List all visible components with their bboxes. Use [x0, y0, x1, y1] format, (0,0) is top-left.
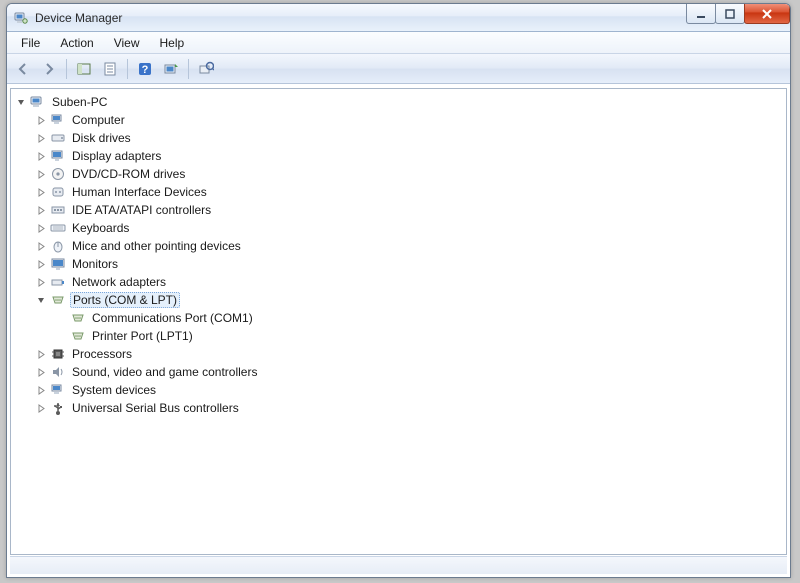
tree-root[interactable]: Suben-PC	[15, 93, 782, 111]
uninstall-button[interactable]	[194, 57, 218, 81]
expand-icon[interactable]	[35, 150, 47, 162]
serial-port-icon	[70, 310, 86, 326]
tree-item-keyboards[interactable]: Keyboards	[15, 219, 782, 237]
tree-item-hid[interactable]: Human Interface Devices	[15, 183, 782, 201]
statusbar	[10, 556, 787, 574]
tree-item-sound[interactable]: Sound, video and game controllers	[15, 363, 782, 381]
back-button[interactable]	[11, 57, 35, 81]
properties-button[interactable]	[98, 57, 122, 81]
menu-file[interactable]: File	[11, 34, 50, 52]
help-button[interactable]: ?	[133, 57, 157, 81]
toolbar-separator	[188, 59, 189, 79]
forward-button[interactable]	[37, 57, 61, 81]
tree-label: Sound, video and game controllers	[70, 364, 259, 380]
expand-icon[interactable]	[35, 402, 47, 414]
ports-icon	[50, 292, 66, 308]
close-button[interactable]	[744, 4, 790, 24]
tree-label: System devices	[70, 382, 158, 398]
tree-item-disk-drives[interactable]: Disk drives	[15, 129, 782, 147]
mouse-icon	[50, 238, 66, 254]
tree-label: Processors	[70, 346, 134, 362]
tree-item-system[interactable]: System devices	[15, 381, 782, 399]
svg-text:?: ?	[142, 64, 149, 76]
expand-icon[interactable]	[35, 168, 47, 180]
toolbar-separator	[66, 59, 67, 79]
menu-help[interactable]: Help	[150, 34, 195, 52]
tree-label: IDE ATA/ATAPI controllers	[70, 202, 213, 218]
optical-drive-icon	[50, 166, 66, 182]
window-controls	[687, 4, 790, 24]
expand-icon[interactable]	[35, 240, 47, 252]
tree-item-display-adapters[interactable]: Display adapters	[15, 147, 782, 165]
tree-item-processors[interactable]: Processors	[15, 345, 782, 363]
system-devices-icon	[50, 382, 66, 398]
tree-label: Disk drives	[70, 130, 133, 146]
show-hide-tree-button[interactable]	[72, 57, 96, 81]
scan-hardware-button[interactable]	[159, 57, 183, 81]
collapse-icon[interactable]	[15, 96, 27, 108]
titlebar[interactable]: Device Manager	[7, 4, 790, 32]
monitor-icon	[50, 256, 66, 272]
expand-icon[interactable]	[35, 204, 47, 216]
tree-label: Computer	[70, 112, 127, 128]
app-icon	[13, 10, 29, 26]
processor-icon	[50, 346, 66, 362]
tree-item-ports[interactable]: Ports (COM & LPT)	[15, 291, 782, 309]
device-manager-window: Device Manager File Action View Help	[6, 3, 791, 578]
menu-action[interactable]: Action	[50, 34, 103, 52]
maximize-button[interactable]	[715, 4, 745, 24]
collapse-icon[interactable]	[35, 294, 47, 306]
minimize-button[interactable]	[686, 4, 716, 24]
tree-item-network[interactable]: Network adapters	[15, 273, 782, 291]
tree-label: Human Interface Devices	[70, 184, 209, 200]
expand-icon[interactable]	[35, 186, 47, 198]
network-adapter-icon	[50, 274, 66, 290]
disk-drive-icon	[50, 130, 66, 146]
usb-icon	[50, 400, 66, 416]
expand-icon[interactable]	[35, 366, 47, 378]
tree-label: Keyboards	[70, 220, 131, 236]
computer-root-icon	[30, 94, 46, 110]
expand-icon[interactable]	[35, 384, 47, 396]
tree-label: Mice and other pointing devices	[70, 238, 243, 254]
expand-icon[interactable]	[35, 276, 47, 288]
window-title: Device Manager	[35, 11, 122, 25]
tree-item-lpt1[interactable]: Printer Port (LPT1)	[15, 327, 782, 345]
sound-icon	[50, 364, 66, 380]
ide-controller-icon	[50, 202, 66, 218]
tree-label: Network adapters	[70, 274, 168, 290]
expand-icon[interactable]	[35, 258, 47, 270]
tree-label-selected: Ports (COM & LPT)	[70, 292, 180, 308]
tree-item-mice[interactable]: Mice and other pointing devices	[15, 237, 782, 255]
menubar: File Action View Help	[7, 32, 790, 54]
tree-label: Printer Port (LPT1)	[90, 328, 195, 344]
tree-label: Communications Port (COM1)	[90, 310, 255, 326]
tree-label: Suben-PC	[50, 94, 109, 110]
tree-item-dvd-cd[interactable]: DVD/CD-ROM drives	[15, 165, 782, 183]
menu-view[interactable]: View	[104, 34, 150, 52]
tree-label: Display adapters	[70, 148, 163, 164]
expand-icon[interactable]	[35, 348, 47, 360]
tree-item-usb[interactable]: Universal Serial Bus controllers	[15, 399, 782, 417]
tree-label: Universal Serial Bus controllers	[70, 400, 241, 416]
expand-icon[interactable]	[35, 132, 47, 144]
toolbar-separator	[127, 59, 128, 79]
expand-icon[interactable]	[35, 114, 47, 126]
device-tree[interactable]: Suben-PC Computer Disk drives Display ad…	[10, 88, 787, 555]
tree-item-monitors[interactable]: Monitors	[15, 255, 782, 273]
toolbar: ?	[7, 54, 790, 84]
parallel-port-icon	[70, 328, 86, 344]
expand-icon[interactable]	[35, 222, 47, 234]
tree-label: Monitors	[70, 256, 120, 272]
tree-item-computer[interactable]: Computer	[15, 111, 782, 129]
display-adapter-icon	[50, 148, 66, 164]
tree-item-com1[interactable]: Communications Port (COM1)	[15, 309, 782, 327]
tree-item-ide[interactable]: IDE ATA/ATAPI controllers	[15, 201, 782, 219]
keyboard-icon	[50, 220, 66, 236]
hid-icon	[50, 184, 66, 200]
tree-label: DVD/CD-ROM drives	[70, 166, 187, 182]
computer-icon	[50, 112, 66, 128]
